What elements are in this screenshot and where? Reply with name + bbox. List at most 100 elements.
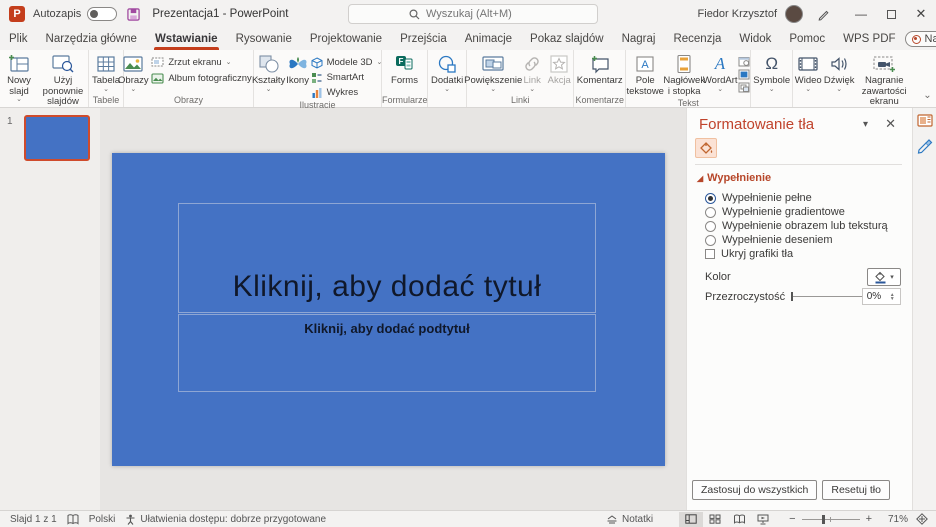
- comment-button[interactable]: Komentarz: [574, 52, 626, 87]
- collapse-triangle-icon: ◢: [697, 174, 703, 183]
- autosave-toggle[interactable]: [87, 7, 117, 21]
- zoom-out-button[interactable]: −: [789, 513, 795, 525]
- notes-icon: [606, 515, 618, 524]
- object-icon[interactable]: [738, 82, 750, 93]
- icons-button[interactable]: Ikony: [285, 52, 311, 87]
- zoom-slider[interactable]: [802, 519, 860, 520]
- spellcheck-icon[interactable]: [67, 514, 79, 525]
- radio: [705, 221, 716, 232]
- tab-plik[interactable]: Plik: [0, 28, 37, 50]
- spinner-arrows-icon[interactable]: ▲▼: [890, 293, 895, 301]
- slide-sorter-view-button[interactable]: [703, 512, 727, 527]
- zoom-link-button[interactable]: Powiększenie⌄: [467, 52, 519, 93]
- group-label-obrazy: Obrazy: [124, 94, 253, 107]
- save-icon[interactable]: [127, 8, 140, 21]
- format-background-panel-icon[interactable]: [917, 138, 933, 154]
- group-label-dodatki: [428, 94, 466, 107]
- chart-button[interactable]: Wykres: [311, 86, 383, 99]
- tab-projektowanie[interactable]: Projektowanie: [301, 28, 391, 50]
- search-input[interactable]: [426, 8, 576, 20]
- tab-nagraj[interactable]: Nagraj: [613, 28, 665, 50]
- user-avatar[interactable]: [785, 5, 803, 23]
- slide-number-icon[interactable]: [738, 69, 750, 80]
- audio-button[interactable]: Dźwięk⌄: [823, 52, 855, 93]
- fill-section-header[interactable]: ◢Wypełnienie: [697, 172, 771, 184]
- tab-wps-pdf[interactable]: WPS PDF: [834, 28, 904, 50]
- transparency-spinner[interactable]: ▲▼: [862, 288, 901, 305]
- panel-options-caret-icon[interactable]: ▾: [863, 119, 868, 130]
- fill-color-icon: [874, 271, 887, 284]
- minimize-button[interactable]: —: [846, 0, 876, 28]
- autosave-label: Autozapis: [33, 8, 81, 20]
- tab-narzedzia-glowne[interactable]: Narzędzia główne: [37, 28, 146, 50]
- slide-sorter-icon: [709, 514, 721, 524]
- photo-album-button[interactable]: Album fotograficzny⌄: [151, 72, 261, 85]
- new-slide-button[interactable]: Nowy slajd⌄: [0, 52, 38, 103]
- option-picture-fill[interactable]: Wypełnienie obrazem lub teksturą: [705, 220, 888, 232]
- slide-thumbnail[interactable]: [24, 115, 90, 161]
- option-gradient-fill[interactable]: Wypełnienie gradientowe: [705, 206, 845, 218]
- option-hide-background[interactable]: Ukryj grafiki tła: [705, 248, 793, 260]
- tab-pokaz-slajdow[interactable]: Pokaz slajdów: [521, 28, 613, 50]
- tab-pomoc[interactable]: Pomoc: [780, 28, 834, 50]
- screenshot-button[interactable]: Zrzut ekranu⌄: [151, 56, 261, 69]
- wordart-button[interactable]: A WordArt⌄: [704, 52, 736, 93]
- fit-to-window-icon[interactable]: [916, 513, 928, 525]
- close-button[interactable]: ✕: [906, 0, 936, 28]
- addins-button[interactable]: Dodatki⌄: [428, 52, 466, 93]
- group-dodatki: Dodatki⌄: [428, 50, 467, 107]
- option-pattern-fill[interactable]: Wypełnienie deseniem: [705, 234, 833, 246]
- forms-button[interactable]: F Forms: [388, 52, 421, 87]
- date-time-icon[interactable]: [738, 56, 750, 67]
- shapes-button[interactable]: Kształty⌄: [253, 52, 285, 93]
- title-placeholder[interactable]: Kliknij, aby dodać tytuł: [178, 203, 596, 313]
- zoom-slider-thumb[interactable]: [822, 515, 825, 524]
- fill-tab-button[interactable]: [695, 138, 717, 158]
- tab-rysowanie[interactable]: Rysowanie: [227, 28, 301, 50]
- apply-to-all-button[interactable]: Zastosuj do wszystkich: [692, 480, 817, 500]
- reading-view-button[interactable]: [727, 512, 751, 527]
- designer-panel-icon[interactable]: [917, 114, 933, 128]
- paint-bucket-icon: [699, 141, 714, 155]
- panel-close-icon[interactable]: ✕: [885, 116, 896, 132]
- dropdown-caret: ⌄: [805, 87, 811, 93]
- tab-animacje[interactable]: Animacje: [456, 28, 521, 50]
- option-solid-fill[interactable]: Wypełnienie pełne: [705, 192, 812, 204]
- maximize-button[interactable]: [876, 0, 906, 28]
- subtitle-placeholder[interactable]: Kliknij, aby dodać podtytuł: [178, 314, 596, 392]
- transparency-slider[interactable]: [791, 296, 862, 297]
- notes-button[interactable]: Notatki: [606, 514, 653, 525]
- zoom-level[interactable]: 71%: [878, 514, 908, 525]
- tab-recenzja[interactable]: Recenzja: [664, 28, 730, 50]
- symbols-button[interactable]: Ω Symbole⌄: [750, 52, 793, 93]
- slider-thumb[interactable]: [791, 292, 793, 301]
- language-indicator[interactable]: Polski: [89, 514, 116, 525]
- tab-przejscia[interactable]: Przejścia: [391, 28, 456, 50]
- reuse-slides-icon: [51, 54, 75, 74]
- slideshow-view-button[interactable]: [751, 512, 775, 527]
- panel-divider: [695, 164, 902, 165]
- collapse-ribbon-icon[interactable]: ⌄: [913, 90, 936, 107]
- transparency-input[interactable]: [863, 291, 889, 302]
- normal-view-button[interactable]: [679, 512, 703, 527]
- text-box-button[interactable]: A Pole tekstowe: [626, 52, 664, 97]
- pen-mode-icon[interactable]: [817, 8, 830, 21]
- slide-canvas[interactable]: Kliknij, aby dodać tytuł Kliknij, aby do…: [112, 153, 665, 466]
- video-button[interactable]: Wideo⌄: [793, 52, 823, 93]
- tab-wstawianie[interactable]: Wstawianie: [146, 28, 227, 50]
- smartart-button[interactable]: SmartArt: [311, 71, 383, 84]
- fill-color-button[interactable]: ▾: [867, 268, 901, 286]
- audio-icon: [828, 54, 850, 74]
- reset-background-button[interactable]: Resetuj tło: [822, 480, 890, 500]
- reuse-slides-button[interactable]: Użyj ponownie slajdów: [38, 52, 88, 108]
- screen-recording-button[interactable]: Nagranie zawartości ekranu: [855, 52, 913, 108]
- accessibility-icon[interactable]: [125, 514, 136, 525]
- zoom-in-button[interactable]: +: [866, 513, 872, 525]
- pictures-button[interactable]: Obrazy⌄: [115, 52, 151, 93]
- 3d-models-button[interactable]: Modele 3D⌄: [311, 56, 383, 69]
- search-box[interactable]: [348, 4, 598, 24]
- record-button[interactable]: Nagraj: [905, 31, 936, 47]
- header-footer-button[interactable]: Nagłówek i stopka: [664, 52, 704, 97]
- accessibility-status[interactable]: Ułatwienia dostępu: dobrze przygotowane: [140, 514, 326, 525]
- tab-widok[interactable]: Widok: [730, 28, 780, 50]
